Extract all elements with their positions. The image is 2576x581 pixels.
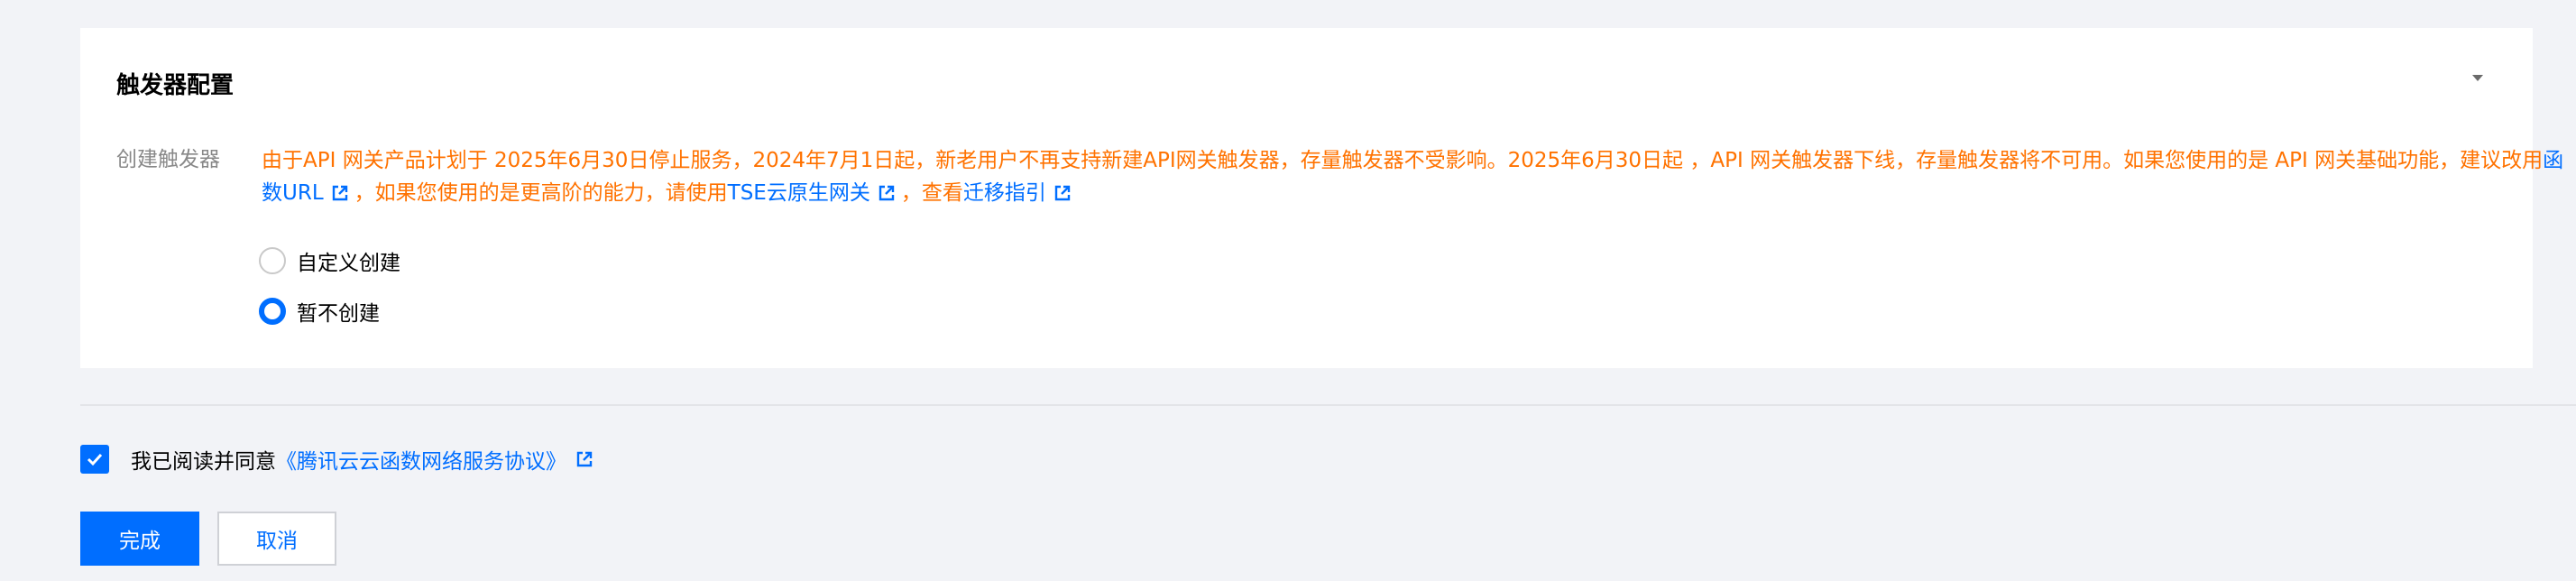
- radio-custom-create-label: 自定义创建: [297, 252, 400, 275]
- radio-button-unchecked[interactable]: [259, 247, 286, 274]
- caret-down-icon[interactable]: [2469, 69, 2487, 87]
- checkmark-icon: [87, 453, 103, 466]
- radio-no-create-label: 暂不创建: [297, 302, 380, 326]
- agreement-text: 我已阅读并同意: [131, 450, 276, 474]
- notice-text-2: ，如果您使用的是更高阶的能力，请使用: [354, 181, 728, 205]
- migration-guide-link-label: 迁移指引: [962, 181, 1046, 205]
- radio-button-checked[interactable]: [259, 298, 286, 325]
- agreement-checkbox[interactable]: [80, 445, 109, 474]
- migration-guide-link[interactable]: 迁移指引: [963, 181, 1077, 205]
- radio-no-create[interactable]: 暂不创建: [259, 296, 380, 327]
- tse-gateway-link-label: TSE云原生网关: [727, 181, 870, 205]
- external-link-icon[interactable]: [575, 450, 593, 468]
- service-agreement-link[interactable]: 《腾讯云云函数网络服务协议》: [276, 444, 566, 475]
- notice-text-1: 由于API 网关产品计划于 2025年6月30日停止服务，2024年7月1日起，…: [262, 149, 2544, 172]
- confirm-button[interactable]: 完成: [80, 512, 199, 566]
- service-notice: 由于API 网关产品计划于 2025年6月30日停止服务，2024年7月1日起，…: [262, 144, 2571, 209]
- external-link-icon: [879, 185, 895, 201]
- external-link-icon: [1054, 185, 1071, 201]
- section-divider: [80, 404, 2576, 406]
- tse-gateway-link[interactable]: TSE云原生网关: [728, 181, 901, 205]
- radio-custom-create[interactable]: 自定义创建: [259, 245, 400, 276]
- page: 触发器配置 创建触发器 由于API 网关产品计划于 2025年6月30日停止服务…: [0, 0, 2576, 581]
- notice-text-3: ，查看: [900, 181, 963, 205]
- cancel-button[interactable]: 取消: [217, 512, 336, 566]
- external-link-icon: [332, 185, 347, 201]
- trigger-config-card: 触发器配置 创建触发器 由于API 网关产品计划于 2025年6月30日停止服务…: [80, 28, 2563, 368]
- create-trigger-label: 创建触发器: [116, 148, 220, 171]
- trigger-config-title: 触发器配置: [116, 72, 235, 99]
- agreement-row: 我已阅读并同意 《腾讯云云函数网络服务协议》: [80, 444, 599, 475]
